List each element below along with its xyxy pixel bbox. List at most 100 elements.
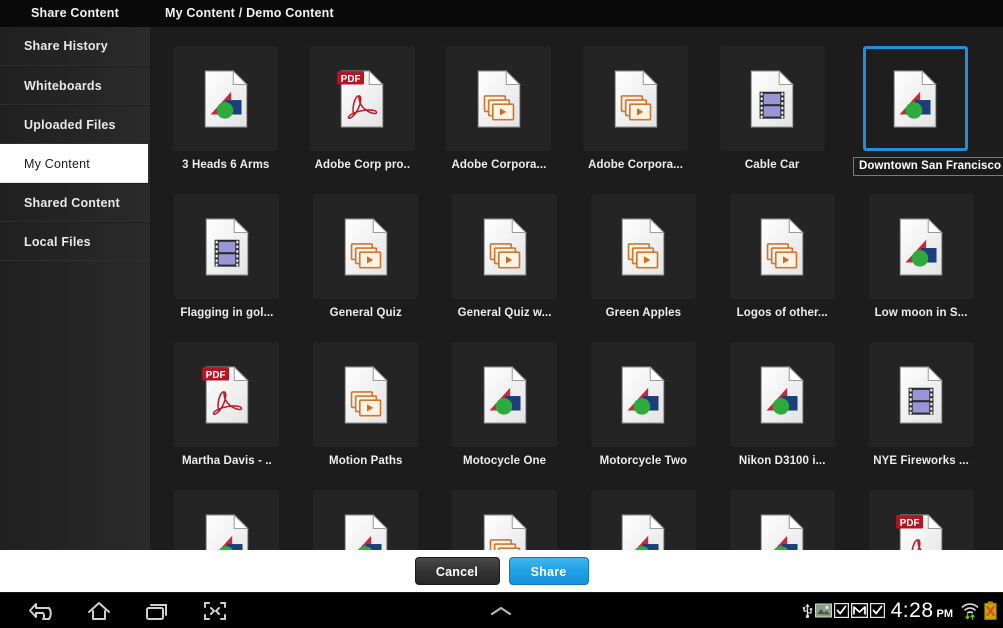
recents-button[interactable]: [128, 593, 186, 628]
file-grid-item[interactable]: Motion Paths: [309, 342, 423, 490]
top-bar: Share Content My Content / Demo Content: [0, 0, 1003, 28]
file-grid-item[interactable]: Nikon D3100 i...: [725, 342, 839, 490]
sidebar-item-share-history[interactable]: Share History: [0, 27, 150, 66]
file-grid-item[interactable]: PDFAdobe Corp pro..: [307, 46, 419, 194]
file-name-label: General Quiz w...: [448, 307, 562, 319]
pdf-file-icon: PDF: [199, 365, 255, 425]
file-grid-item[interactable]: General Quiz: [309, 194, 423, 342]
file-grid-item[interactable]: Logos of other...: [725, 194, 839, 342]
file-name-label: Green Apples: [586, 307, 700, 319]
back-button[interactable]: [12, 593, 70, 628]
action-bar: Cancel Share: [0, 550, 1003, 592]
sidebar-item-whiteboards[interactable]: Whiteboards: [0, 66, 150, 105]
home-button[interactable]: [70, 593, 128, 628]
download-complete-icon: [834, 603, 849, 618]
file-thumbnail[interactable]: [313, 490, 418, 550]
share-button[interactable]: Share: [509, 557, 589, 585]
file-grid-item[interactable]: [309, 490, 423, 550]
file-grid-item[interactable]: Flagging in gol...: [170, 194, 284, 342]
expand-status-button[interactable]: [481, 593, 521, 628]
file-thumbnail[interactable]: [174, 194, 279, 299]
file-grid-item[interactable]: Low moon in S...: [864, 194, 978, 342]
status-area[interactable]: 4:28 PM: [802, 593, 997, 628]
sidebar-item-label: Shared Content: [24, 196, 120, 210]
android-nav-bar: 4:28 PM: [0, 592, 1003, 628]
presentation-file-icon: [893, 217, 949, 277]
file-thumbnail[interactable]: [446, 46, 551, 151]
file-grid-item[interactable]: Adobe Corpora...: [443, 46, 555, 194]
clock: 4:28: [891, 599, 934, 623]
file-thumbnail[interactable]: [863, 46, 968, 151]
file-thumbnail[interactable]: [452, 490, 557, 550]
file-thumbnail[interactable]: [173, 46, 278, 151]
file-name-label: Cable Car: [716, 159, 828, 171]
file-thumbnail[interactable]: PDF: [174, 342, 279, 447]
sidebar-item-label: Whiteboards: [24, 79, 102, 93]
file-grid-item[interactable]: [586, 490, 700, 550]
presentation-file-icon: [477, 365, 533, 425]
file-name-label: Logos of other...: [725, 307, 839, 319]
file-thumbnail[interactable]: [591, 490, 696, 550]
file-grid-item[interactable]: Downtown San Francisco: [853, 46, 978, 194]
file-grid-item[interactable]: [448, 490, 562, 550]
file-grid-item[interactable]: Adobe Corpora...: [580, 46, 692, 194]
file-thumbnail[interactable]: [869, 194, 974, 299]
file-thumbnail[interactable]: [452, 342, 557, 447]
file-thumbnail[interactable]: [730, 194, 835, 299]
slides-file-icon: [471, 69, 527, 129]
file-thumbnail[interactable]: [174, 490, 279, 550]
file-thumbnail[interactable]: [730, 342, 835, 447]
file-name-label: Motocycle One: [448, 455, 562, 467]
file-name-label: General Quiz: [309, 307, 423, 319]
slides-file-icon: [615, 217, 671, 277]
presentation-file-icon: [754, 365, 810, 425]
slides-file-icon: [754, 217, 810, 277]
file-grid-item[interactable]: Motocycle One: [448, 342, 562, 490]
presentation-file-icon: [754, 513, 810, 551]
file-grid-item[interactable]: [725, 490, 839, 550]
file-grid: 3 Heads 6 ArmsPDFAdobe Corp pro..Adobe C…: [150, 27, 1003, 550]
file-thumbnail[interactable]: [591, 342, 696, 447]
download-complete-icon: [870, 603, 885, 618]
file-thumbnail[interactable]: [591, 194, 696, 299]
file-name-label: Motion Paths: [309, 455, 423, 467]
screenshot-capture-icon: [815, 603, 832, 618]
sidebar-item-shared-content[interactable]: Shared Content: [0, 183, 150, 222]
file-name-label: Adobe Corpora...: [580, 159, 692, 171]
file-grid-item[interactable]: [170, 490, 284, 550]
file-thumbnail[interactable]: PDF: [869, 490, 974, 550]
clock-ampm: PM: [937, 608, 954, 620]
slides-file-icon: [338, 365, 394, 425]
status-icon-group: [802, 602, 885, 619]
file-grid-item[interactable]: Motorcycle Two: [586, 342, 700, 490]
file-grid-item[interactable]: Cable Car: [716, 46, 828, 194]
file-thumbnail[interactable]: PDF: [310, 46, 415, 151]
file-grid-item[interactable]: NYE Fireworks ...: [864, 342, 978, 490]
sidebar-item-my-content[interactable]: My Content: [0, 144, 148, 183]
usb-icon: [802, 602, 813, 619]
file-name-label: Flagging in gol...: [170, 307, 284, 319]
sidebar-item-uploaded-files[interactable]: Uploaded Files: [0, 105, 150, 144]
file-grid-item[interactable]: PDFMartha Davis - ..: [170, 342, 284, 490]
cancel-button[interactable]: Cancel: [415, 557, 500, 585]
pdf-file-icon: PDF: [334, 69, 390, 129]
file-thumbnail[interactable]: [583, 46, 688, 151]
file-name-label: Downtown San Francisco: [853, 157, 978, 176]
slides-file-icon: [338, 217, 394, 277]
back-icon: [28, 600, 54, 622]
file-grid-item[interactable]: Green Apples: [586, 194, 700, 342]
file-thumbnail[interactable]: [313, 342, 418, 447]
file-grid-item[interactable]: 3 Heads 6 Arms: [170, 46, 282, 194]
file-thumbnail[interactable]: [869, 342, 974, 447]
content-area[interactable]: 3 Heads 6 ArmsPDFAdobe Corp pro..Adobe C…: [150, 27, 1003, 550]
file-thumbnail[interactable]: [313, 194, 418, 299]
file-name-label: NYE Fireworks ...: [864, 455, 978, 467]
sidebar-item-label: Uploaded Files: [24, 118, 116, 132]
sidebar-item-local-files[interactable]: Local Files: [0, 222, 150, 261]
file-grid-item[interactable]: General Quiz w...: [448, 194, 562, 342]
screenshot-button[interactable]: [186, 593, 244, 628]
file-thumbnail[interactable]: [730, 490, 835, 550]
file-grid-item[interactable]: PDF: [864, 490, 978, 550]
file-thumbnail[interactable]: [720, 46, 825, 151]
file-thumbnail[interactable]: [452, 194, 557, 299]
